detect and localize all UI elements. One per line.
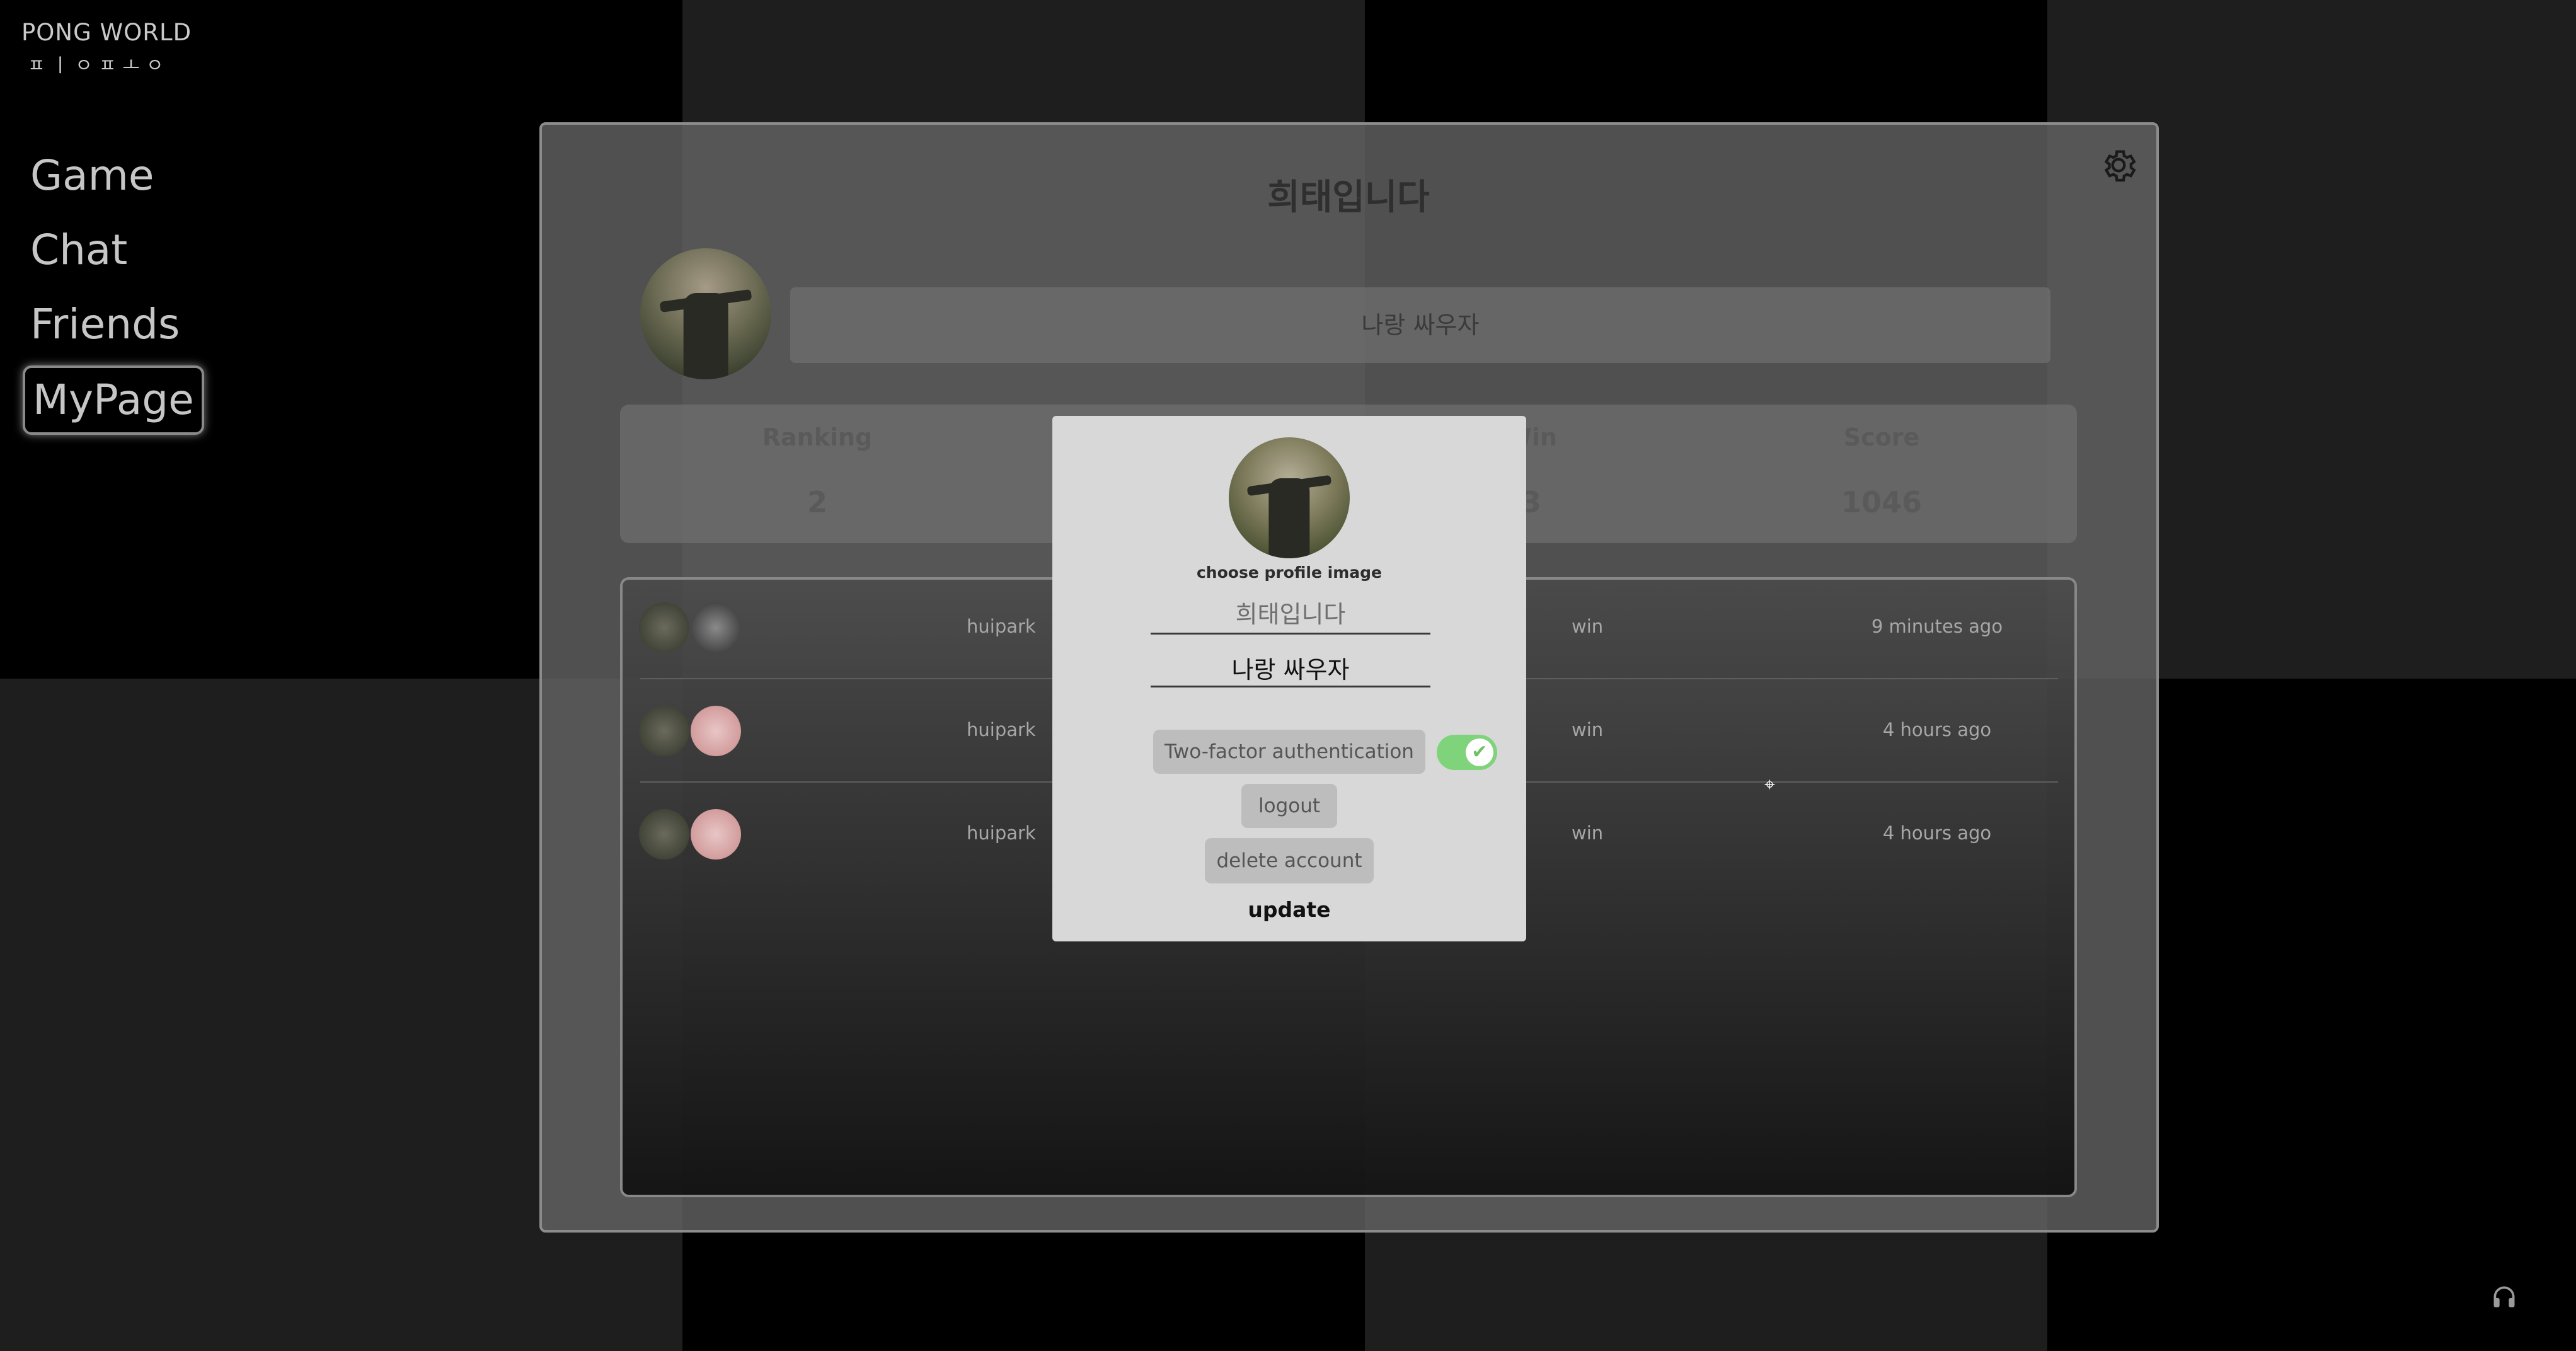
profile-status-message: 나랑 싸우자 [790, 287, 2050, 363]
delete-account-button[interactable]: delete account [1205, 838, 1374, 883]
opponent-avatar [691, 602, 741, 653]
two-factor-auth-button[interactable]: Two-factor authentication [1153, 730, 1425, 774]
stat-score: Score 1046 [1787, 423, 1976, 519]
opponent-avatar [691, 706, 741, 756]
modal-avatar-image[interactable] [1229, 437, 1350, 558]
nav-item-friends[interactable]: Friends [23, 287, 204, 362]
opponent-avatar [691, 809, 741, 859]
match-result: win [1572, 822, 1604, 844]
match-time: 4 hours ago [1882, 822, 1992, 844]
nav-item-chat[interactable]: Chat [23, 213, 204, 287]
logo-title: PONG WORLD [21, 19, 192, 46]
profile-nickname: 희태입니다 [1267, 177, 1430, 218]
gear-icon[interactable] [2098, 145, 2139, 185]
check-icon: ✔ [1466, 739, 1493, 766]
player-avatar [639, 602, 689, 653]
app-logo: PONG WORLD ㅍㅣㅇㅍㅗㅇ [21, 19, 192, 78]
logo-subtitle: ㅍㅣㅇㅍㅗㅇ [28, 55, 170, 77]
profile-avatar [640, 248, 771, 379]
update-button[interactable]: update [1178, 897, 1400, 922]
mouse-cursor-icon: ⌖ [1764, 774, 1775, 796]
stat-ranking-value: 2 [807, 485, 827, 519]
status-message-input[interactable] [1151, 649, 1430, 687]
match-result: win [1572, 616, 1604, 637]
two-factor-toggle[interactable]: ✔ [1437, 735, 1497, 770]
choose-profile-image-label[interactable]: choose profile image [1147, 563, 1432, 582]
match-result: win [1572, 719, 1604, 740]
nav-item-game[interactable]: Game [23, 139, 204, 213]
stat-score-label: Score [1843, 423, 1920, 451]
side-nav: Game Chat Friends MyPage [23, 139, 204, 435]
nickname-input[interactable] [1151, 596, 1430, 635]
player-avatar [639, 706, 689, 756]
stat-ranking: Ranking 2 [723, 423, 912, 519]
player-avatar [639, 809, 689, 859]
stat-score-value: 1046 [1841, 485, 1923, 519]
match-time: 9 minutes ago [1871, 616, 2003, 637]
nav-item-mypage[interactable]: MyPage [23, 365, 204, 435]
logout-button[interactable]: logout [1241, 784, 1337, 828]
stat-ranking-label: Ranking [762, 423, 873, 451]
headphones-icon[interactable] [2490, 1283, 2518, 1311]
match-time: 4 hours ago [1882, 719, 1992, 740]
